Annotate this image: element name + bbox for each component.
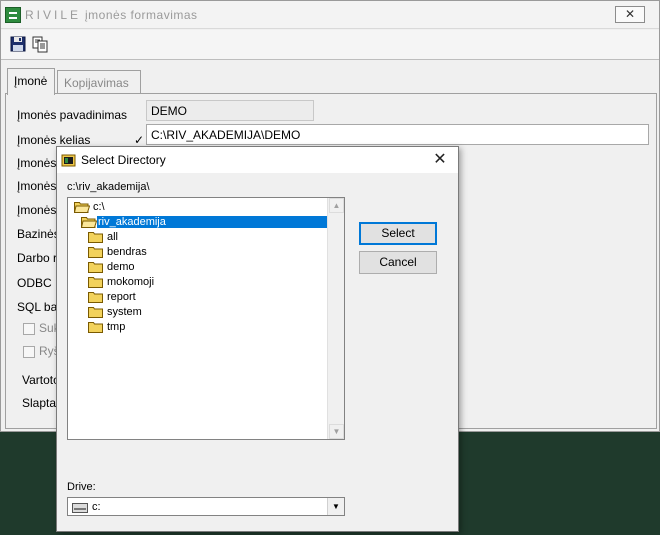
field-label-6: Bazinės <box>17 227 60 241</box>
folder-icon <box>88 306 104 318</box>
sql-base-label: SQL ba <box>17 300 58 314</box>
window-title-text: įmonės formavimas <box>85 8 198 22</box>
directory-item-label: demo <box>107 261 135 273</box>
company-path-field[interactable]: C:\RIV_AKADEMIJA\DEMO <box>146 124 649 145</box>
folder-icon <box>88 276 104 288</box>
directory-item[interactable]: riv_akademija <box>80 215 327 230</box>
dialog-title: Select Directory <box>81 153 166 167</box>
scroll-down-icon[interactable]: ▼ <box>329 424 344 439</box>
directory-item-label: tmp <box>107 321 126 333</box>
directory-item-label: system <box>107 306 142 318</box>
directory-item-label: c:\ <box>93 201 105 213</box>
checkbox-2[interactable] <box>23 346 35 358</box>
cancel-button[interactable]: Cancel <box>359 251 437 274</box>
company-name-label: Įmonės pavadinimas <box>17 108 128 122</box>
drive-label: Drive: <box>67 481 96 493</box>
directory-item-label: bendras <box>107 246 147 258</box>
folder-icon <box>88 231 104 243</box>
directory-item[interactable]: demo <box>88 260 327 275</box>
floppy-disk-icon[interactable] <box>9 35 27 53</box>
directory-list[interactable]: c:\ riv_akademijaall bendras demo mokomoji re… <box>67 197 345 440</box>
directory-item[interactable]: bendras <box>88 245 327 260</box>
directory-item[interactable]: all <box>88 230 327 245</box>
select-button[interactable]: Select <box>359 222 437 245</box>
folder-icon <box>88 246 104 258</box>
directory-item-label: mokomoji <box>107 276 155 288</box>
dialog-close-icon[interactable]: ✕ <box>428 150 452 170</box>
open-folder-icon <box>73 201 91 213</box>
dialog-title-bar: Select Directory ✕ <box>57 147 458 173</box>
directory-item[interactable]: system <box>88 305 327 320</box>
directory-item-label: all <box>107 231 119 243</box>
directory-item[interactable]: report <box>88 290 327 305</box>
tab-imone[interactable]: Įmonė <box>7 68 55 95</box>
select-directory-dialog: Select Directory ✕ c:\riv_akademija\ c:\… <box>56 146 459 532</box>
odbc-label: ODBC <box>17 276 52 290</box>
close-button[interactable]: ✕ <box>615 6 645 23</box>
drive-select[interactable]: c: ▼ <box>67 497 345 516</box>
folder-icon <box>88 321 104 333</box>
drive-value: c: <box>92 501 101 513</box>
current-directory-path: c:\riv_akademija\ <box>67 181 150 193</box>
rivile-app-icon <box>5 7 21 23</box>
check-mark-icon: ✓ <box>134 133 145 147</box>
window-title: RIVILE įmonės formavimas <box>25 8 198 22</box>
field-label-5: Įmonės <box>17 203 57 217</box>
user-label: Vartoto <box>22 373 60 387</box>
directory-item-label: riv_akademija <box>97 216 327 228</box>
directory-item[interactable]: mokomoji <box>88 275 327 290</box>
brand-name: RIVILE <box>25 8 82 22</box>
directory-list-scrollbar[interactable]: ▲ ▼ <box>327 198 344 439</box>
open-folder-icon <box>80 216 98 228</box>
folder-icon <box>88 261 104 273</box>
field-label-3: Įmonės <box>17 156 57 170</box>
checkbox-1[interactable] <box>23 323 35 335</box>
company-path-label: Įmonės kelias <box>17 133 91 147</box>
company-name-field[interactable]: DEMO <box>146 100 314 121</box>
copy-pages-icon[interactable] <box>31 35 49 53</box>
scroll-up-icon[interactable]: ▲ <box>329 198 344 213</box>
toolbar <box>1 30 659 60</box>
directory-item[interactable]: tmp <box>88 320 327 335</box>
folder-app-icon <box>61 153 77 167</box>
folder-icon <box>88 291 104 303</box>
tab-kopijavimas[interactable]: Kopijavimas <box>57 70 141 94</box>
chevron-down-icon[interactable]: ▼ <box>327 498 344 515</box>
directory-item[interactable]: c:\ <box>73 200 327 215</box>
hard-drive-icon <box>72 502 88 513</box>
password-label: Slapta <box>22 396 57 410</box>
directory-item-label: report <box>107 291 136 303</box>
title-bar: RIVILE įmonės formavimas ✕ <box>1 1 659 29</box>
field-label-7: Darbo r <box>17 251 58 265</box>
field-label-4: Įmonės <box>17 179 57 193</box>
